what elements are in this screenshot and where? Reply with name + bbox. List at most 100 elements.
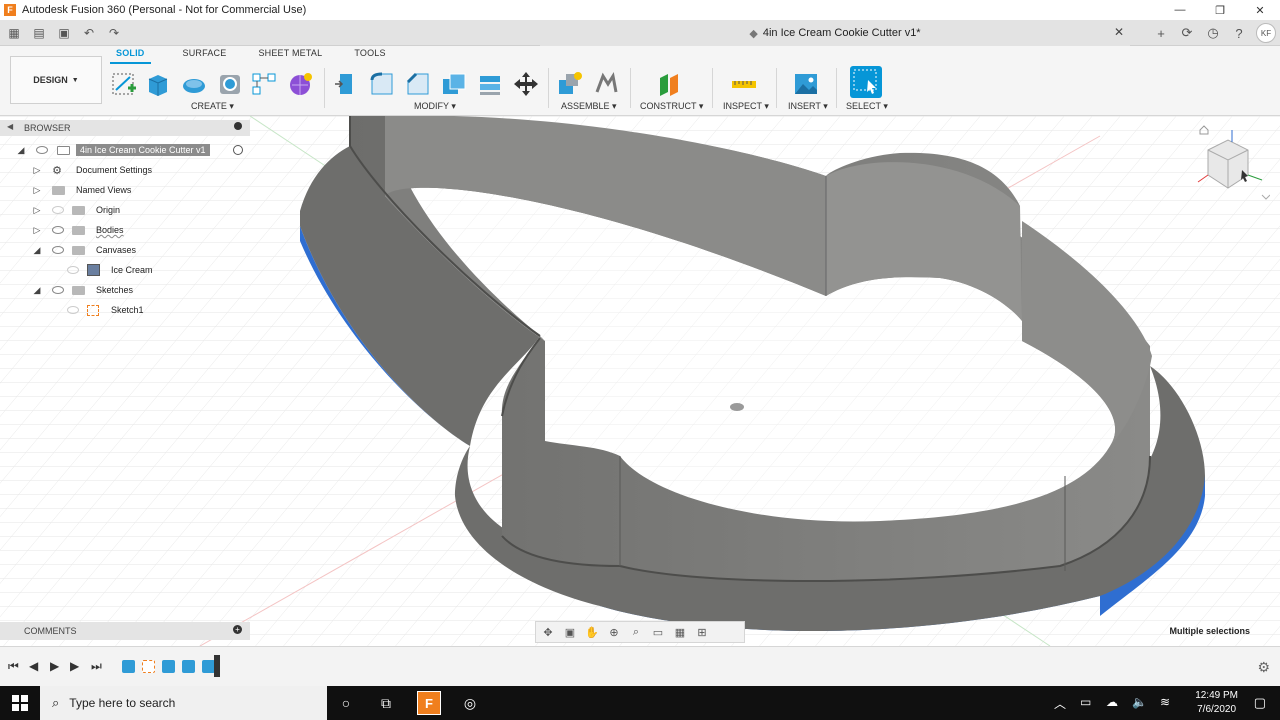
play-icon[interactable]: ▶ bbox=[50, 659, 59, 673]
tab-sheet-metal[interactable]: SHEET METAL bbox=[258, 48, 322, 64]
close-window-button[interactable]: ✕ bbox=[1240, 0, 1280, 20]
zoom-window-icon[interactable]: ⊕ bbox=[604, 623, 624, 641]
visibility-eye-icon[interactable] bbox=[52, 246, 64, 254]
tab-surface[interactable]: SURFACE bbox=[183, 48, 227, 64]
user-avatar[interactable]: KF bbox=[1256, 23, 1276, 43]
shell-icon[interactable] bbox=[440, 70, 468, 98]
wifi-icon[interactable]: ≋ bbox=[1160, 695, 1170, 709]
browser-header[interactable]: ◀ BROWSER bbox=[0, 120, 250, 136]
collapse-icon[interactable]: ◀ bbox=[7, 122, 13, 131]
move-copy-icon[interactable] bbox=[512, 70, 540, 98]
tree-item-root[interactable]: ◢ 4in Ice Cream Cookie Cutter v1 bbox=[0, 141, 250, 159]
modify-group-label[interactable]: MODIFY ▾ bbox=[414, 101, 456, 112]
tab-solid[interactable]: SOLID bbox=[110, 48, 151, 64]
search-input[interactable] bbox=[69, 696, 290, 710]
workspace-switcher[interactable]: DESIGN ▼ bbox=[10, 56, 102, 104]
joint-icon[interactable] bbox=[592, 70, 620, 98]
timeline-canvas-feature[interactable] bbox=[122, 660, 135, 673]
extensions-icon[interactable]: ⟳ bbox=[1174, 22, 1200, 44]
minimize-button[interactable]: — bbox=[1160, 0, 1200, 20]
insert-group-label[interactable]: INSERT ▾ bbox=[788, 101, 828, 112]
comments-panel[interactable]: COMMENTS + bbox=[0, 622, 250, 640]
tab-tools[interactable]: TOOLS bbox=[354, 48, 385, 64]
revolve-icon[interactable] bbox=[180, 70, 208, 98]
save-icon[interactable]: ▣ bbox=[53, 22, 75, 44]
extrude-icon[interactable] bbox=[144, 70, 172, 98]
visibility-eye-icon[interactable] bbox=[67, 266, 79, 274]
step-forward-icon[interactable]: ▶ bbox=[70, 659, 79, 673]
combine-icon[interactable] bbox=[476, 70, 504, 98]
notifications-icon[interactable]: ▢ bbox=[1254, 695, 1266, 711]
measure-icon[interactable] bbox=[730, 70, 758, 98]
add-comment-icon[interactable]: + bbox=[233, 625, 242, 634]
new-component-icon[interactable] bbox=[556, 70, 584, 98]
press-pull-icon[interactable] bbox=[332, 70, 360, 98]
collapsed-triangle-icon[interactable]: ▷ bbox=[32, 205, 42, 216]
chrome-taskbar-icon[interactable]: ◎ bbox=[458, 691, 482, 715]
create-group-label[interactable]: CREATE ▾ bbox=[191, 101, 234, 112]
document-tab[interactable]: ◆ 4in Ice Cream Cookie Cutter v1* ✕ bbox=[540, 20, 1130, 46]
grid-settings-icon[interactable]: ▦ bbox=[670, 623, 690, 641]
pattern-icon[interactable] bbox=[250, 70, 278, 98]
fit-zoom-icon[interactable]: ⌕ bbox=[626, 623, 646, 641]
viewcube-chevron-down-icon[interactable] bbox=[1261, 194, 1270, 200]
select-group-label[interactable]: SELECT ▾ bbox=[846, 101, 888, 112]
step-back-icon[interactable]: ◀ bbox=[29, 659, 38, 673]
offset-plane-icon[interactable] bbox=[656, 70, 684, 98]
look-at-icon[interactable]: ▣ bbox=[560, 623, 580, 641]
volume-icon[interactable]: 🔈 bbox=[1132, 695, 1147, 709]
fusion-taskbar-icon[interactable]: F bbox=[417, 691, 441, 715]
fillet-icon[interactable] bbox=[368, 70, 396, 98]
timeline-marker[interactable] bbox=[214, 655, 220, 677]
expanded-triangle-icon[interactable]: ◢ bbox=[32, 245, 42, 256]
assemble-group-label[interactable]: ASSEMBLE ▾ bbox=[561, 101, 617, 112]
inspect-group-label[interactable]: INSPECT ▾ bbox=[723, 101, 769, 112]
undo-icon[interactable]: ↶ bbox=[78, 22, 100, 44]
viewports-icon[interactable]: ⊞ bbox=[692, 623, 712, 641]
go-to-end-icon[interactable]: ⏭ bbox=[91, 659, 102, 674]
visibility-eye-icon[interactable] bbox=[52, 286, 64, 294]
expanded-triangle-icon[interactable]: ◢ bbox=[32, 285, 42, 296]
close-tab-icon[interactable]: ✕ bbox=[1114, 25, 1124, 39]
cortana-icon[interactable]: ○ bbox=[334, 691, 358, 715]
construct-group-label[interactable]: CONSTRUCT ▾ bbox=[640, 101, 703, 112]
battery-icon[interactable]: ▭ bbox=[1080, 695, 1091, 709]
taskbar-clock[interactable]: 12:49 PM 7/6/2020 bbox=[1195, 689, 1238, 717]
orbit-icon[interactable]: ✥ bbox=[538, 623, 558, 641]
display-settings-icon[interactable]: ▭ bbox=[648, 623, 668, 641]
collapsed-triangle-icon[interactable]: ▷ bbox=[32, 225, 42, 236]
timeline-extrude-feature[interactable] bbox=[162, 660, 175, 673]
pin-icon[interactable] bbox=[234, 122, 242, 130]
redo-icon[interactable]: ↷ bbox=[103, 22, 125, 44]
onedrive-icon[interactable]: ☁ bbox=[1106, 695, 1118, 709]
data-panel-grid-icon[interactable]: ▦ bbox=[3, 22, 25, 44]
task-view-icon[interactable]: ⧉ bbox=[374, 691, 398, 715]
timeline-sketch-feature[interactable] bbox=[142, 660, 155, 673]
show-hidden-icons-icon[interactable]: ︿ bbox=[1054, 695, 1066, 712]
visibility-eye-icon[interactable] bbox=[52, 206, 64, 214]
select-icon[interactable] bbox=[850, 66, 882, 98]
visibility-eye-icon[interactable] bbox=[36, 146, 48, 154]
new-tab-plus-icon[interactable]: + bbox=[1148, 22, 1174, 44]
go-to-start-icon[interactable]: ⏮ bbox=[8, 659, 19, 674]
create-form-icon[interactable] bbox=[286, 70, 314, 98]
insert-image-icon[interactable] bbox=[792, 70, 820, 98]
expanded-triangle-icon[interactable]: ◢ bbox=[16, 145, 26, 156]
visibility-eye-icon[interactable] bbox=[67, 306, 79, 314]
windows-start-icon[interactable] bbox=[12, 695, 28, 711]
visibility-eye-icon[interactable] bbox=[52, 226, 64, 234]
pan-hand-icon[interactable]: ✋ bbox=[582, 623, 602, 641]
view-cube[interactable] bbox=[1190, 120, 1270, 200]
create-sketch-icon[interactable] bbox=[110, 70, 138, 98]
job-status-icon[interactable]: ◷ bbox=[1200, 22, 1226, 44]
restore-button[interactable]: ❐ bbox=[1200, 0, 1240, 20]
collapsed-triangle-icon[interactable]: ▷ bbox=[32, 185, 42, 196]
hole-icon[interactable] bbox=[216, 70, 244, 98]
file-menu-icon[interactable]: ▤ bbox=[28, 22, 50, 44]
timeline-extrude-feature[interactable] bbox=[182, 660, 195, 673]
home-view-icon[interactable] bbox=[1199, 125, 1209, 135]
activate-radio-icon[interactable] bbox=[233, 145, 243, 155]
chamfer-icon[interactable] bbox=[404, 70, 432, 98]
collapsed-triangle-icon[interactable]: ▷ bbox=[32, 165, 42, 176]
taskbar-search-box[interactable]: ⌕ bbox=[40, 686, 327, 720]
